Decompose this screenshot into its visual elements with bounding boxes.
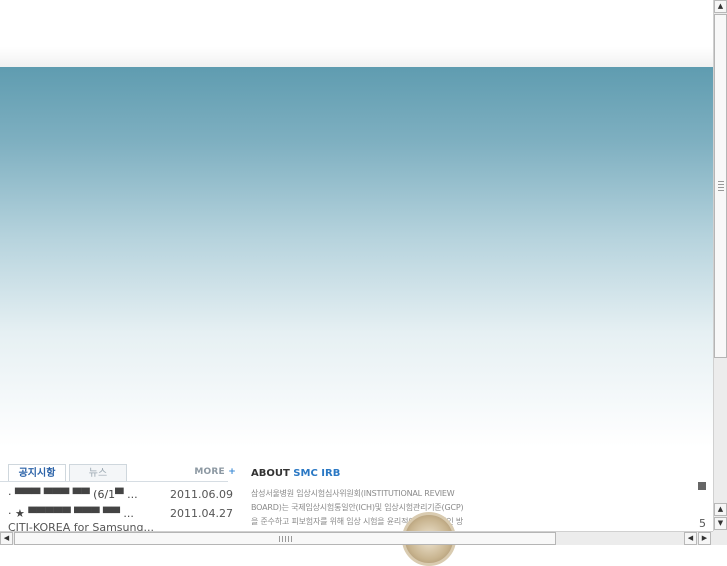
scroll-left-button-right[interactable]: ◀ <box>684 532 697 545</box>
vertical-scrollbar[interactable]: ▲ ▲ ▼ <box>713 0 727 531</box>
hero-banner <box>0 67 713 447</box>
vertical-scroll-thumb[interactable] <box>714 14 727 358</box>
about-heading-prefix: ABOUT <box>251 468 290 479</box>
notice-tabs: 공지시항 뉴스 MORE + <box>8 464 236 482</box>
scroll-right-button[interactable]: ▶ <box>698 532 711 545</box>
about-heading-highlight: SMC IRB <box>293 468 341 479</box>
notice-list: · ▀▀▀ ▀▀▀ ▀▀ (6/1▀ ... 2011.06.09 · ★ ▀▀… <box>8 487 238 525</box>
header-band <box>0 0 713 67</box>
notice-title[interactable]: · ★ ▀▀▀▀▀ ▀▀▀ ▀▀ ... <box>8 506 164 521</box>
notice-date: 2011.06.09 <box>170 488 233 501</box>
list-item[interactable]: · ▀▀▀ ▀▀▀ ▀▀ (6/1▀ ... 2011.06.09 <box>8 487 238 506</box>
notice-title[interactable]: · ▀▀▀ ▀▀▀ ▀▀ (6/1▀ ... <box>8 487 164 502</box>
scrollbar-corner <box>713 531 727 545</box>
grip-icon <box>279 536 293 542</box>
square-icon <box>698 482 706 490</box>
more-label: MORE <box>194 467 225 477</box>
tab-notices[interactable]: 공지시항 <box>8 464 66 481</box>
notice-date: 2011.04.27 <box>170 507 233 520</box>
scroll-down-button[interactable]: ▼ <box>714 517 727 530</box>
about-heading: ABOUT SMC IRB <box>251 468 340 479</box>
scroll-up-button[interactable]: ▲ <box>714 0 727 13</box>
tab-news[interactable]: 뉴스 <box>69 464 127 481</box>
page-number: 5 <box>699 517 706 530</box>
scroll-left-button[interactable]: ◀ <box>0 532 13 545</box>
grip-icon <box>718 181 724 191</box>
horizontal-scrollbar[interactable]: ◀ ◀ ▶ <box>0 531 713 545</box>
tab-divider <box>0 481 228 482</box>
scroll-up-button-lower[interactable]: ▲ <box>714 503 727 516</box>
horizontal-scroll-thumb[interactable] <box>14 532 556 545</box>
plus-icon: + <box>228 467 236 477</box>
more-link[interactable]: MORE + <box>194 467 236 477</box>
